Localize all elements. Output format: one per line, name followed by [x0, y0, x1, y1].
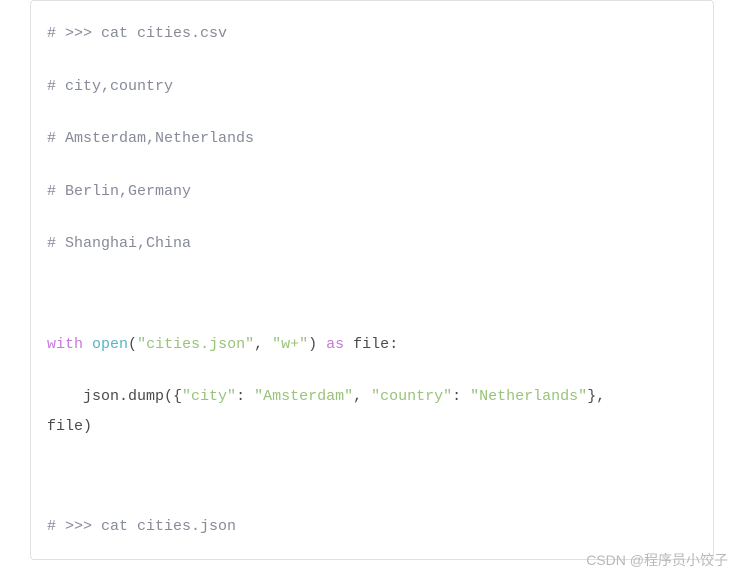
- comment: # Berlin,Germany: [47, 183, 191, 200]
- punct: (: [128, 336, 137, 353]
- code-line: # Amsterdam,Netherlands: [47, 128, 697, 151]
- keyword-with: with: [47, 336, 83, 353]
- string: "Amsterdam": [254, 388, 353, 405]
- string: "city": [182, 388, 236, 405]
- comment: # city,country: [47, 78, 173, 95]
- string: "Netherlands": [470, 388, 587, 405]
- comment: # >>> cat cities.json: [47, 518, 236, 535]
- text: [83, 336, 92, 353]
- punct: :: [389, 336, 398, 353]
- comment: # >>> cat cities.csv: [47, 25, 227, 42]
- text: [344, 336, 353, 353]
- punct: ): [83, 418, 92, 435]
- punct: ): [308, 336, 326, 353]
- punct: :: [452, 388, 470, 405]
- string: "cities.json": [137, 336, 254, 353]
- punct: ,: [353, 388, 371, 405]
- punct: },: [587, 388, 614, 405]
- punct: :: [236, 388, 254, 405]
- string: "w+": [272, 336, 308, 353]
- watermark: CSDN @程序员小饺子: [586, 550, 728, 570]
- string: "country": [371, 388, 452, 405]
- var: file: [353, 336, 389, 353]
- code-line: json.dump({"city": "Amsterdam", "country…: [47, 386, 697, 409]
- text: json.dump({: [47, 388, 182, 405]
- code-line: # Berlin,Germany: [47, 181, 697, 204]
- code-line: # >>> cat cities.json: [47, 516, 697, 539]
- punct: ,: [254, 336, 272, 353]
- code-block: # >>> cat cities.csv # city,country # Am…: [30, 0, 714, 560]
- code-line: file): [47, 416, 697, 439]
- keyword-as: as: [326, 336, 344, 353]
- code-line: with open("cities.json", "w+") as file:: [47, 334, 697, 357]
- comment: # Amsterdam,Netherlands: [47, 130, 254, 147]
- var: file: [47, 418, 83, 435]
- code-line: # Shanghai,China: [47, 233, 697, 256]
- code-line: # city,country: [47, 76, 697, 99]
- code-line: # >>> cat cities.csv: [47, 23, 697, 46]
- comment: # Shanghai,China: [47, 235, 191, 252]
- builtin-open: open: [92, 336, 128, 353]
